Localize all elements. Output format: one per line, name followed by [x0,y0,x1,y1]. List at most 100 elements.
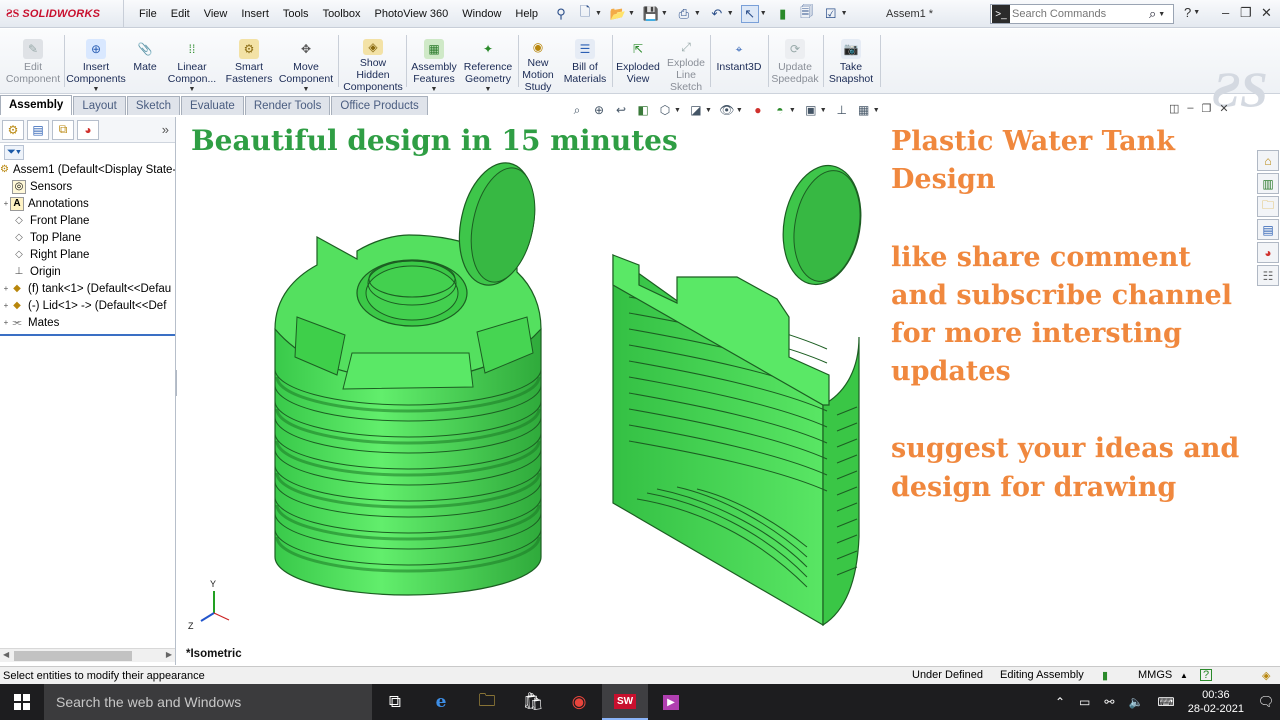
options-icon[interactable]: ☑ [822,5,840,23]
start-button[interactable] [0,684,44,720]
chevron-down-icon[interactable]: ▼ [873,107,880,114]
chevron-down-icon[interactable]: ▼ [1158,11,1165,18]
chevron-down-icon[interactable]: ▼ [694,10,701,17]
view-palette-icon[interactable]: ▤ [1257,219,1279,240]
keyboard-icon[interactable]: ⌨ [1157,695,1174,709]
restore-button[interactable]: ❐ [1240,5,1252,21]
solidworks-logo[interactable]: ƧS SOLIDWORKS [0,0,124,28]
menu-photoview[interactable]: PhotoView 360 [367,0,455,28]
tab-evaluate[interactable]: Evaluate [181,96,244,115]
chevron-down-icon[interactable]: ▼ [595,10,602,17]
expand-icon[interactable]: + [2,284,10,293]
close-button[interactable]: ✕ [1261,5,1272,21]
tree-item-sensors[interactable]: ◎ Sensors [0,178,175,195]
tree-item-right-plane[interactable]: ◇ Right Plane [0,246,175,263]
assembly-features-button[interactable]: ▦ Assembly Features ▼ [408,29,460,93]
select-arrow-icon[interactable]: ↖ [740,4,759,23]
print-icon[interactable]: ⎙ [675,5,693,23]
new-document-icon[interactable]: 🗋 [576,4,594,23]
chevron-down-icon[interactable]: ▼ [189,86,196,93]
edit-appearance-icon[interactable]: ● [750,102,766,118]
tank-full-view[interactable] [274,156,545,596]
bill-of-materials-button[interactable]: ☰ Bill of Materials [562,29,608,93]
move-component-button[interactable]: ✥ Move Component ▼ [278,29,334,93]
search-commands-input[interactable] [1012,8,1147,20]
rebuild-status-icon[interactable]: ▮ [1102,669,1108,682]
smart-fasteners-button[interactable]: ⚙ Smart Fasteners [224,29,274,93]
task-view-icon[interactable]: ⧉ [372,684,418,720]
viewport-close-icon[interactable]: ✕ [1219,102,1228,115]
menu-toolbox[interactable]: Toolbox [316,0,368,28]
tree-item-top-plane[interactable]: ◇ Top Plane [0,229,175,246]
chevron-down-icon[interactable]: ▼ [93,86,100,93]
chevron-down-icon[interactable]: ▼ [727,10,734,17]
viewport-minimize-icon[interactable]: – [1187,102,1193,115]
viewport-restore-icon[interactable]: ❐ [1202,102,1212,115]
chevron-down-icon[interactable]: ▼ [661,10,668,17]
tree-item-mates[interactable]: + ⫘ Mates [0,314,175,331]
pin-menu-icon[interactable]: ⚲ [552,5,570,23]
chrome-icon[interactable]: ◉ [556,684,602,720]
reference-geometry-button[interactable]: ✦ Reference Geometry ▼ [462,29,514,93]
tree-item-tank[interactable]: + ◆ (f) tank<1> (Default<<Defau [0,280,175,297]
tab-sketch[interactable]: Sketch [126,96,181,115]
custom-properties-icon[interactable]: ☷ [1257,265,1279,286]
split-view-icon[interactable]: ◫ [1169,102,1179,115]
chevron-down-icon[interactable]: ▼ [431,86,438,93]
tree-item-annotations[interactable]: + A Annotations [0,195,175,212]
screen-recorder-icon[interactable]: ▶ [648,684,694,720]
chevron-down-icon[interactable]: ▼ [789,107,796,114]
instant3d-button[interactable]: ⌖ Instant3D [713,29,765,93]
undo-icon[interactable]: ↶ [708,5,726,23]
panel-scrollbar[interactable]: ◀ ▶ [0,648,175,662]
tag-icon[interactable]: ◈ [1262,669,1270,682]
linear-pattern-button[interactable]: ⁞⁞ Linear Compon... ▼ [164,29,220,93]
menu-edit[interactable]: Edit [164,0,197,28]
chevron-down-icon[interactable]: ▼ [760,10,767,17]
property-manager-tab-icon[interactable]: ▤ [27,119,49,140]
tab-office-products[interactable]: Office Products [331,96,428,115]
tree-item-origin[interactable]: ⊥ Origin [0,263,175,280]
display-style-icon[interactable]: ◪ [688,102,704,118]
tree-item-assembly[interactable]: ⚙ Assem1 (Default<Display State- [0,161,175,178]
previous-view-icon[interactable]: ↩ [613,102,629,118]
display-pane-icon[interactable]: ▦ [856,102,872,118]
chevron-up-icon[interactable]: ⌃ [1055,695,1065,709]
open-folder-icon[interactable]: 📂 [609,5,627,23]
minimize-button[interactable]: – [1222,5,1229,20]
menu-window[interactable]: Window [455,0,508,28]
solidworks-resources-icon[interactable]: ⌂ [1257,150,1279,171]
rebuild-traffic-light-icon[interactable]: ▮ [774,5,792,23]
zoom-to-area-icon[interactable]: ⊕ [591,102,607,118]
scrollbar-thumb[interactable] [14,651,132,661]
file-explorer-icon[interactable]: 🗀 [1257,196,1279,217]
chevron-down-icon[interactable]: ▼ [674,107,681,114]
tree-item-lid[interactable]: + ◆ (-) Lid<1> -> (Default<<Def [0,297,175,314]
chevron-down-icon[interactable]: ▼ [820,107,827,114]
notifications-icon[interactable]: 🗨 [1252,684,1280,720]
menu-insert[interactable]: Insert [234,0,276,28]
view-orientation-icon[interactable]: ⬡ [657,102,673,118]
chevron-down-icon[interactable]: ▼ [736,107,743,114]
view-settings-icon[interactable]: ▣ [803,102,819,118]
apply-scene-icon[interactable]: ◓ [772,102,788,118]
update-speedpak-button[interactable]: ⟳ Update Speedpak [770,29,820,93]
edit-component-button[interactable]: ✎ Edit Component [4,29,62,93]
unit-system[interactable]: MMGS [1138,669,1172,681]
chevron-down-icon[interactable]: ▼ [485,86,492,93]
help-status-icon[interactable]: ? [1200,669,1213,681]
expand-icon[interactable]: + [2,301,10,310]
scroll-left-icon[interactable]: ◀ [3,650,9,659]
insert-components-button[interactable]: ⊕ Insert Components ▼ [66,29,126,93]
design-library-icon[interactable]: ▥ [1257,173,1279,194]
menu-file[interactable]: File [132,0,164,28]
tab-layout[interactable]: Layout [73,96,126,115]
edge-browser-icon[interactable]: e [418,684,464,720]
appearances-icon[interactable]: ◕ [1257,242,1279,263]
tree-rollback-bar[interactable] [0,334,175,336]
help-button[interactable]: ? ▼ [1184,5,1204,20]
expand-icon[interactable]: + [2,199,10,208]
chevron-right-icon[interactable]: » [162,122,169,137]
show-hidden-components-button[interactable]: ◈ Show Hidden Components [342,29,404,93]
mate-button[interactable]: 📎 Mate [130,29,160,93]
